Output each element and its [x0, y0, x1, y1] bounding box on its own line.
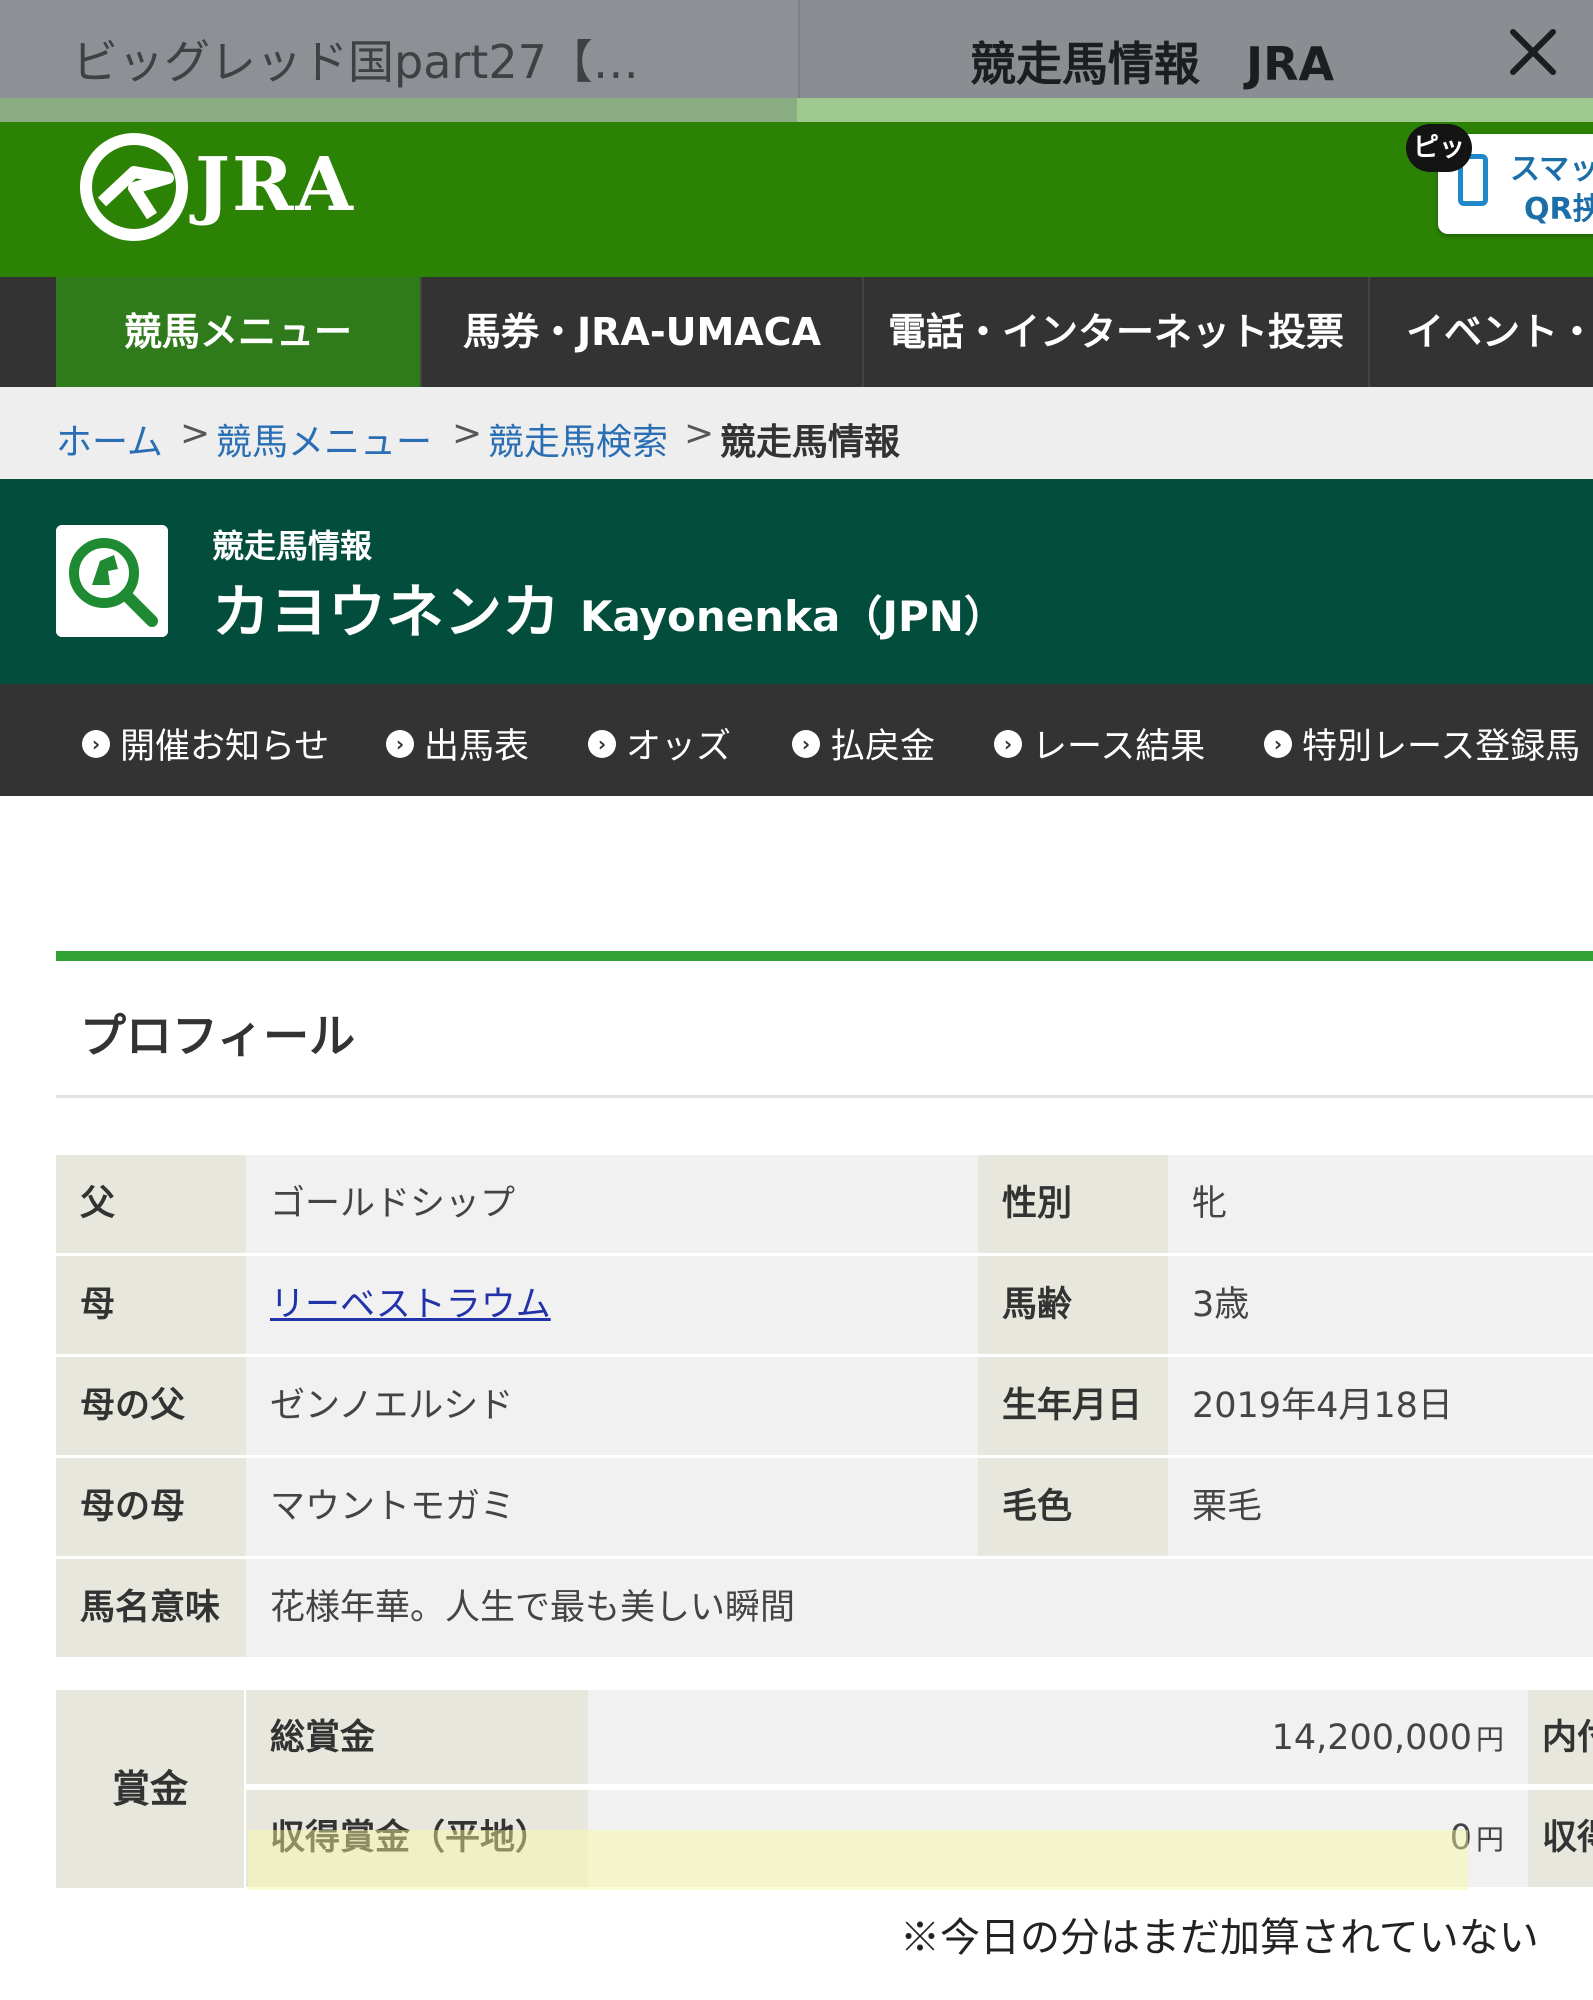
profile-table: 父 ゴールドシップ 性別 牝 母 リーベストラウム 馬齢 3歳 母の父 ゼンノエ… — [56, 1155, 1593, 1660]
qr-promo-badge: ピッ — [1406, 124, 1472, 172]
value-total-prize-cell: 14,200,000 円 — [588, 1690, 1528, 1787]
breadcrumb-current: 競走馬情報 — [720, 422, 901, 463]
sub-nav-payouts[interactable]: › 払戻金 — [792, 718, 935, 769]
banner-subtitle: 競走馬情報 — [212, 527, 373, 565]
main-nav-keiba-menu[interactable]: 競馬メニュー — [56, 277, 422, 387]
label-age: 馬齢 — [978, 1256, 1168, 1354]
sub-nav-label: 出馬表 — [424, 727, 530, 767]
label-sex: 性別 — [978, 1155, 1168, 1253]
dam-link[interactable]: リーベストラウム — [270, 1285, 551, 1325]
label-coat-color: 毛色 — [978, 1458, 1168, 1556]
sub-nav-label: 特別レース登録馬 — [1302, 727, 1581, 767]
breadcrumb-separator: > — [452, 413, 483, 454]
chevron-right-icon: › — [386, 729, 414, 758]
main-nav-event[interactable]: イベント・フ — [1370, 277, 1593, 387]
label-name-meaning: 馬名意味 — [56, 1559, 246, 1657]
horse-name-ja: カヨウネンカ — [212, 578, 561, 646]
sub-nav-results[interactable]: › レース結果 — [994, 718, 1205, 769]
label-sire: 父 — [56, 1155, 246, 1253]
sub-nav-notices[interactable]: › 開催お知らせ — [82, 718, 329, 769]
yen-unit: 円 — [1475, 1823, 1504, 1856]
handwritten-note: ※今日の分はまだ加算されていない — [900, 1915, 1539, 1961]
label-dam: 母 — [56, 1256, 246, 1354]
horse-title-banner: 競走馬情報 カヨウネンカ Kayonenka（JPN） — [0, 479, 1593, 684]
prize-header: 賞金 — [56, 1690, 244, 1888]
table-row: 馬名意味 花様年華。人生で最も美しい瞬間 — [56, 1559, 1593, 1660]
value-coat-color: 栗毛 — [1168, 1458, 1593, 1556]
table-row: 母の父 ゼンノエルシド 生年月日 2019年4月18日 — [56, 1357, 1593, 1458]
chevron-right-icon: › — [994, 729, 1022, 758]
label-broodmare-sire: 母の父 — [56, 1357, 246, 1455]
sub-nav-label: レース結果 — [1032, 727, 1206, 767]
page-load-progress-bar — [0, 98, 797, 122]
sub-nav-label: 開催お知らせ — [120, 727, 330, 767]
value-sire: ゴールドシップ — [246, 1155, 978, 1253]
sub-nav-entries[interactable]: › 出馬表 — [386, 718, 529, 769]
table-row: 父 ゴールドシップ 性別 牝 — [56, 1155, 1593, 1256]
main-nav-vote[interactable]: 電話・インターネット投票 — [864, 277, 1370, 387]
breadcrumb-home[interactable]: ホーム — [56, 413, 163, 465]
section-divider — [56, 1095, 1593, 1098]
chevron-right-icon: › — [82, 729, 110, 758]
value-dam-cell: リーベストラウム — [246, 1256, 978, 1354]
sub-nav-label: 払戻金 — [830, 727, 936, 767]
qr-promo-line1: スマッ — [1510, 152, 1593, 187]
label-second-dam: 母の母 — [56, 1458, 246, 1556]
qr-promo-line2: QR挟 — [1524, 192, 1593, 227]
value-name-meaning: 花様年華。人生で最も美しい瞬間 — [246, 1559, 1593, 1657]
tab-title-inactive: ビッグレッド国part27【… — [72, 35, 639, 89]
value-birthdate: 2019年4月18日 — [1168, 1357, 1593, 1455]
horse-name-en: Kayonenka（JPN） — [580, 592, 1006, 641]
section-top-rule — [56, 951, 1593, 961]
site-header: JRA スマッ QR挟 ピッ — [0, 122, 1593, 277]
value-broodmare-sire: ゼンノエルシド — [246, 1357, 978, 1455]
chevron-right-icon: › — [588, 729, 616, 758]
breadcrumb-separator: > — [684, 413, 715, 454]
highlighter-mark — [248, 1830, 1468, 1890]
breadcrumb-menu[interactable]: 競馬メニュー — [216, 413, 432, 465]
sub-nav-odds[interactable]: › オッズ — [588, 718, 731, 769]
breadcrumb-search[interactable]: 競走馬検索 — [488, 413, 668, 465]
chevron-right-icon: › — [792, 729, 820, 758]
chevron-right-icon: › — [1264, 729, 1292, 758]
label-total-prize: 総賞金 — [246, 1690, 588, 1787]
value-total-prize: 14,200,000 — [1271, 1718, 1472, 1758]
breadcrumb: ホーム > 競馬メニュー > 競走馬検索 > 競走馬情報 — [0, 387, 1593, 479]
table-row: 母の母 マウントモガミ 毛色 栗毛 — [56, 1458, 1593, 1559]
yen-unit: 円 — [1475, 1723, 1504, 1756]
browser-tab-inactive[interactable]: ビッグレッド国part27【… — [0, 0, 800, 98]
label-birthdate: 生年月日 — [978, 1357, 1168, 1455]
main-nav: 競馬メニュー 馬券・JRA-UMACA 電話・インターネット投票 イベント・フ — [0, 277, 1593, 387]
value-second-dam: マウントモガミ — [246, 1458, 978, 1556]
close-icon[interactable] — [1505, 24, 1561, 80]
profile-heading: プロフィール — [80, 1009, 356, 1063]
sub-nav-label: オッズ — [626, 727, 732, 767]
value-age: 3歳 — [1168, 1256, 1593, 1354]
horse-search-icon — [56, 525, 168, 637]
label-earned-prize-right: 収得賞 — [1528, 1790, 1593, 1887]
sub-nav-special-entries[interactable]: › 特別レース登録馬 — [1264, 718, 1580, 769]
main-nav-baken[interactable]: 馬券・JRA-UMACA — [422, 277, 864, 387]
jra-logo-text: JRA — [195, 142, 355, 228]
breadcrumb-separator: > — [180, 413, 211, 454]
value-sex: 牝 — [1168, 1155, 1593, 1253]
tab-title-active: 競走馬情報 JRA — [970, 37, 1335, 91]
table-row: 母 リーベストラウム 馬齢 3歳 — [56, 1256, 1593, 1357]
label-included-addition: 内付加 — [1528, 1690, 1593, 1787]
sub-nav: › 開催お知らせ › 出馬表 › オッズ › 払戻金 › レース結果 › 特別レース登録馬 — [0, 684, 1593, 796]
